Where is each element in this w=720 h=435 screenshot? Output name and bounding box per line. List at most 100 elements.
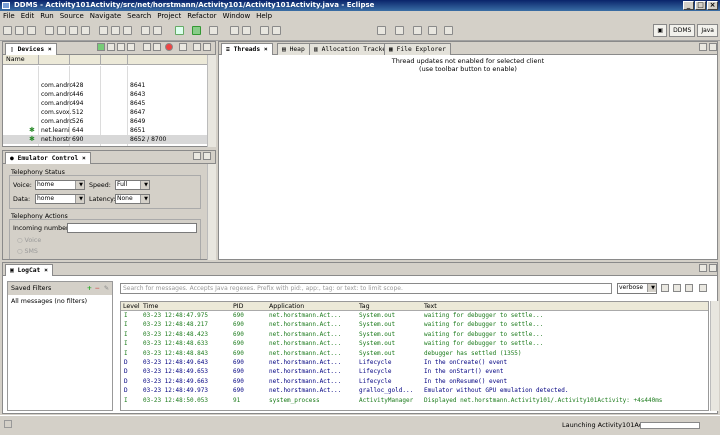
minimize-view-icon[interactable]	[203, 43, 211, 51]
print-icon[interactable]	[27, 26, 36, 35]
log-row[interactable]: I 03-23 12:48:47.975 690 net.horstmann.Act.…	[121, 312, 708, 320]
new-class-icon[interactable]	[57, 26, 66, 35]
perspective-java[interactable]: Java	[697, 24, 718, 37]
menu-window[interactable]: Window	[223, 11, 251, 21]
start-profiling-icon[interactable]	[153, 43, 161, 51]
log-row[interactable]: D 03-23 12:48:49.653 690 net.horstmann.Act.…	[121, 368, 708, 376]
open-type-icon[interactable]	[230, 26, 239, 35]
sms-radio[interactable]: ○ SMS	[17, 248, 38, 255]
tab-file-explorer[interactable]: ▦ File Explorer	[384, 43, 451, 55]
screen-capture-icon[interactable]	[179, 43, 187, 51]
menu-source[interactable]: Source	[60, 11, 84, 21]
column-text[interactable]: Text	[424, 302, 437, 311]
log-row[interactable]: D 03-23 12:48:49.643 690 net.horstmann.Act.…	[121, 359, 708, 367]
new-package-icon[interactable]	[69, 26, 78, 35]
maximize-view-icon[interactable]	[709, 43, 717, 51]
column-tag[interactable]: Tag	[359, 302, 370, 311]
log-row[interactable]: I 03-23 12:48:48.217 690 net.horstmann.Act.…	[121, 321, 708, 329]
logcat-search-input[interactable]: Search for messages. Accepts Java regexe…	[120, 283, 612, 294]
column-application[interactable]: Application	[269, 302, 304, 311]
cause-gc-icon[interactable]	[127, 43, 135, 51]
android-sdk-icon[interactable]	[99, 26, 108, 35]
stop-process-icon[interactable]	[165, 43, 173, 51]
close-button[interactable]: ×	[707, 1, 718, 10]
menu-refactor[interactable]: Refactor	[187, 11, 216, 21]
last-edit-icon[interactable]	[413, 26, 422, 35]
column-pid[interactable]: PID	[233, 302, 244, 311]
filter-item-all[interactable]: All messages (no filters)	[8, 297, 112, 306]
device-row[interactable]: com.andrc 428 8641	[3, 81, 208, 90]
edit-filter-icon[interactable]: ✎	[104, 282, 109, 295]
dump-hprof-icon[interactable]	[117, 43, 125, 51]
log-row[interactable]: I 03-23 12:48:48.423 690 net.horstmann.Act.…	[121, 331, 708, 339]
log-row[interactable]: I 03-23 12:48:50.053 91 system_process Activ…	[121, 397, 708, 405]
prev-annotation-icon[interactable]	[395, 26, 404, 35]
external-tools-icon[interactable]	[209, 26, 218, 35]
scroll-lock-icon[interactable]	[699, 284, 707, 292]
tab-allocation-tracker[interactable]: ▥ Allocation Tracker	[309, 43, 395, 55]
maximize-view-icon[interactable]	[203, 152, 211, 160]
android-test-icon[interactable]	[153, 26, 162, 35]
menu-edit[interactable]: Edit	[21, 11, 35, 21]
device-row[interactable]: ✱ net.learni 644 8651	[3, 126, 208, 135]
device-row[interactable]: com.svox. 512 8647	[3, 108, 208, 117]
speed-select[interactable]: Full ▼	[115, 180, 150, 190]
device-row[interactable]: com.andrc 494 8645	[3, 99, 208, 108]
devices-scrollbar[interactable]	[207, 55, 216, 147]
update-heap-icon[interactable]	[107, 43, 115, 51]
device-row[interactable]: com.andrc 526 8649	[3, 117, 208, 126]
debug-icon[interactable]	[175, 26, 184, 35]
save-log-icon[interactable]	[661, 284, 669, 292]
clear-log-icon[interactable]	[673, 284, 681, 292]
device-row-selected[interactable]: ✱ net.horstr 690 8652 / 8700	[3, 135, 208, 144]
data-select[interactable]: home ▼	[35, 194, 85, 204]
run-icon[interactable]	[192, 26, 201, 35]
incoming-number-input[interactable]	[67, 223, 197, 233]
column-name[interactable]: Name	[6, 56, 25, 63]
minimize-view-icon[interactable]	[699, 43, 707, 51]
lint-icon[interactable]	[123, 26, 132, 35]
minimize-view-icon[interactable]	[699, 264, 707, 272]
tab-heap[interactable]: ▤ Heap	[277, 43, 310, 55]
toggle-columns-icon[interactable]	[685, 284, 693, 292]
device-row[interactable]: com.andrc 446 8643	[3, 90, 208, 99]
menu-help[interactable]: Help	[256, 11, 272, 21]
minimize-view-icon[interactable]	[193, 152, 201, 160]
menu-project[interactable]: Project	[157, 11, 181, 21]
save-icon[interactable]	[15, 26, 24, 35]
maximize-button[interactable]: □	[695, 1, 706, 10]
menu-run[interactable]: Run	[40, 11, 53, 21]
logcat-scrollbar[interactable]	[710, 301, 719, 411]
delete-filter-icon[interactable]: −	[95, 282, 100, 295]
voice-radio[interactable]: ○ Voice	[17, 237, 41, 244]
menu-search[interactable]: Search	[127, 11, 151, 21]
voice-select[interactable]: home ▼	[35, 180, 85, 190]
forward-icon[interactable]	[444, 26, 453, 35]
log-row[interactable]: D 03-23 12:48:49.973 690 net.horstmann.Act.…	[121, 387, 708, 395]
new-project-icon[interactable]	[45, 26, 54, 35]
column-time[interactable]: Time	[143, 302, 158, 311]
view-menu-icon[interactable]	[193, 43, 201, 51]
tab-emulator-control[interactable]: ● Emulator Control ×	[5, 152, 91, 164]
menu-file[interactable]: File	[3, 11, 15, 21]
tab-devices[interactable]: ▯ Devices ×	[5, 43, 57, 55]
perspective-ddms[interactable]: DDMS	[669, 24, 696, 37]
update-threads-icon[interactable]	[143, 43, 151, 51]
back-icon[interactable]	[428, 26, 437, 35]
menu-navigate[interactable]: Navigate	[90, 11, 121, 21]
log-row[interactable]: I 03-23 12:48:48.843 690 net.horstmann.Act.…	[121, 350, 708, 358]
new-icon[interactable]	[3, 26, 12, 35]
maximize-view-icon[interactable]	[709, 264, 717, 272]
debug-process-icon[interactable]	[97, 43, 105, 51]
next-annotation-icon[interactable]	[377, 26, 386, 35]
add-filter-icon[interactable]: +	[87, 282, 92, 295]
emulator-scrollbar[interactable]	[207, 164, 216, 260]
fast-view-icon[interactable]	[4, 420, 12, 428]
latency-select[interactable]: None ▼	[115, 194, 150, 204]
new-interface-icon[interactable]	[81, 26, 90, 35]
search-icon[interactable]	[242, 26, 251, 35]
avd-manager-icon[interactable]	[111, 26, 120, 35]
annotation-icon[interactable]	[272, 26, 281, 35]
log-row[interactable]: I 03-23 12:48:48.633 690 net.horstmann.Act.…	[121, 340, 708, 348]
minimize-button[interactable]: _	[683, 1, 694, 10]
